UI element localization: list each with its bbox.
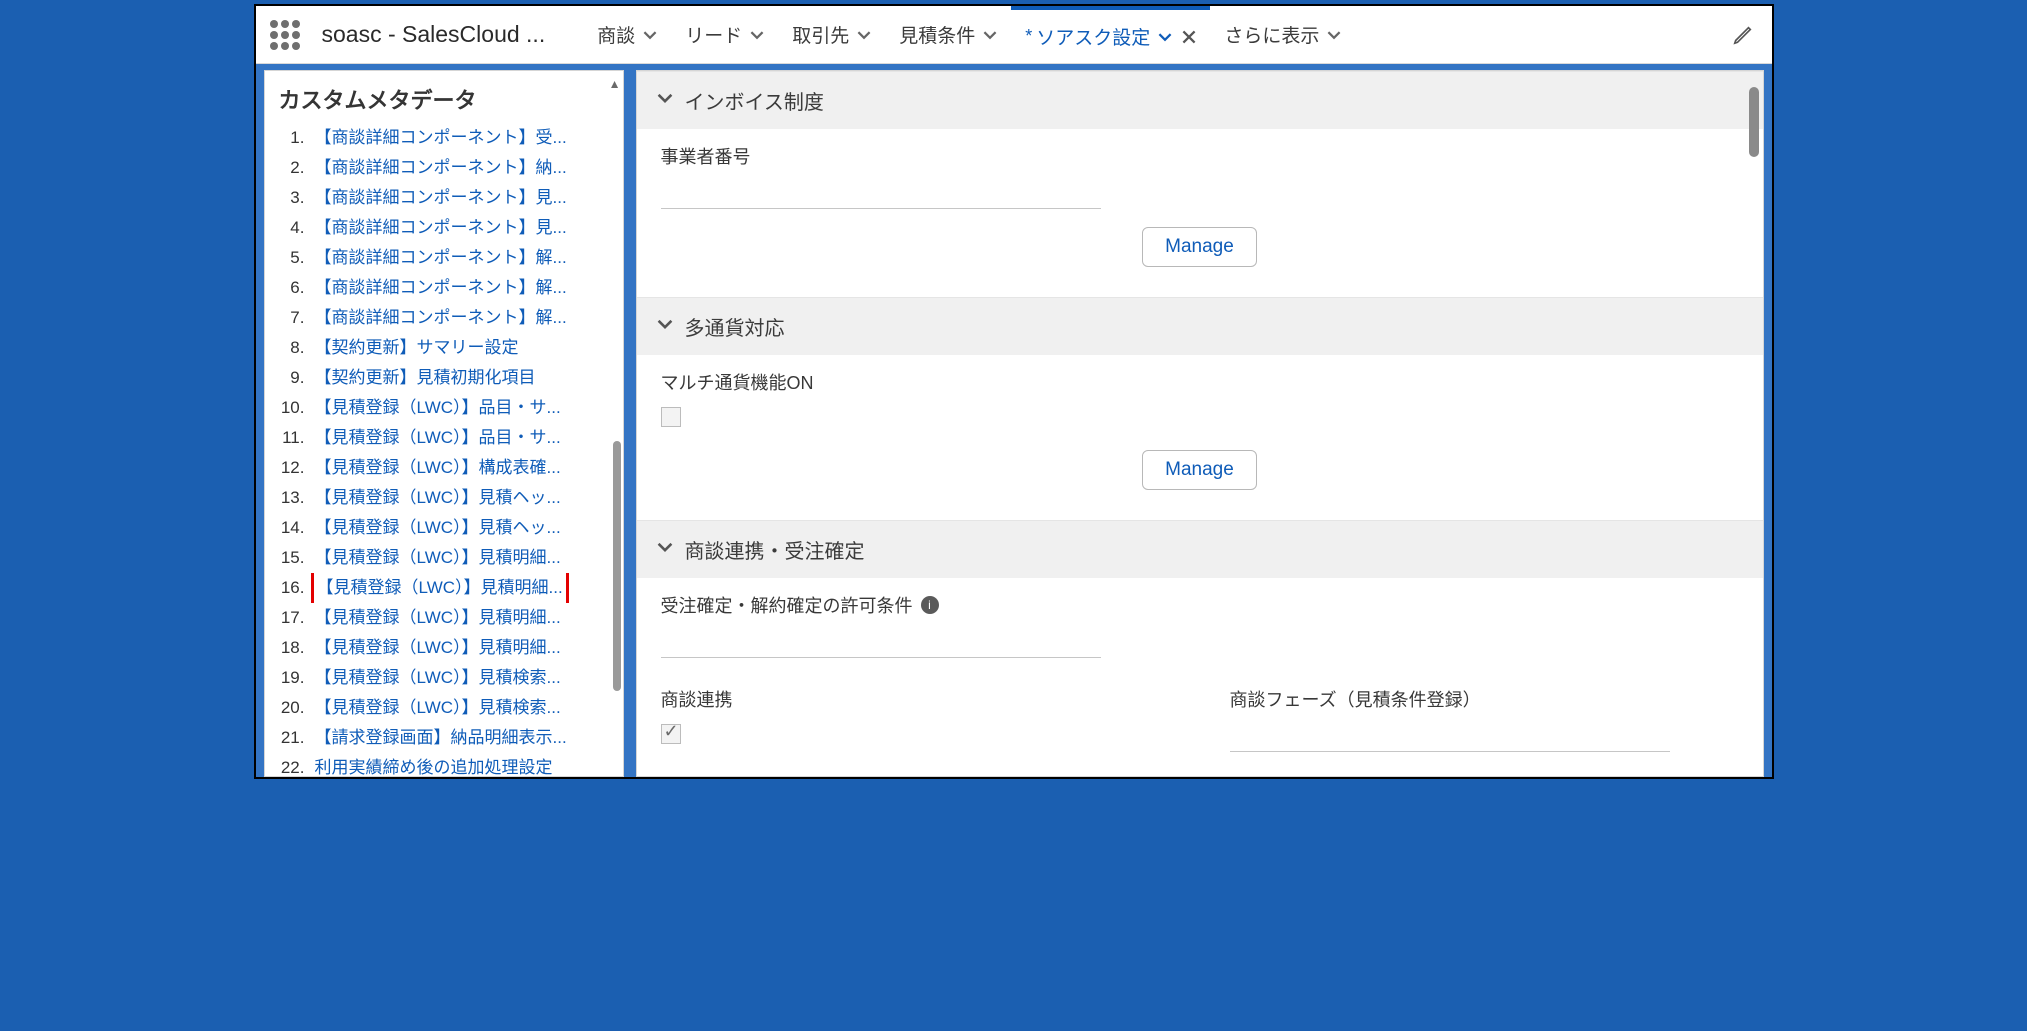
sidebar-item: 【見積登録（LWC）】構成表確... bbox=[275, 453, 617, 483]
manage-button[interactable]: Manage bbox=[1142, 227, 1257, 267]
tab-opportunity[interactable]: 商談 bbox=[583, 6, 671, 63]
multi-currency-label: マルチ通貨機能ON bbox=[661, 369, 1739, 395]
tab-show-more[interactable]: さらに表示 bbox=[1210, 6, 1355, 63]
sidebar-item: 【商談詳細コンポーネント】解... bbox=[275, 273, 617, 303]
sidebar-custom-metadata: ▲ カスタムメタデータ 【商談詳細コンポーネント】受...【商談詳細コンポーネン… bbox=[264, 70, 624, 777]
info-icon[interactable]: i bbox=[921, 596, 939, 614]
tab-quote-condition[interactable]: 見積条件 bbox=[885, 6, 1011, 63]
sidebar-item-link[interactable]: 【見積登録（LWC）】見積明細... bbox=[315, 573, 565, 603]
sidebar-item-link[interactable]: 【商談詳細コンポーネント】解... bbox=[315, 303, 567, 333]
chevron-down-icon[interactable] bbox=[1327, 28, 1341, 42]
sidebar-item-link[interactable]: 【見積登録（LWC）】見積ヘッ... bbox=[315, 513, 561, 543]
sidebar-item-link[interactable]: 【商談詳細コンポーネント】見... bbox=[315, 183, 567, 213]
sidebar-item: 【請求登録画面】納品明細表示... bbox=[275, 723, 617, 753]
sidebar-item-link[interactable]: 【見積登録（LWC）】見積検索... bbox=[315, 663, 561, 693]
sidebar-title: カスタムメタデータ bbox=[279, 83, 613, 115]
oppty-link-label: 商談連携 bbox=[661, 686, 1170, 712]
chevron-down-icon bbox=[657, 89, 673, 112]
section-header-invoice[interactable]: インボイス制度 bbox=[637, 71, 1763, 129]
sidebar-item: 【商談詳細コンポーネント】見... bbox=[275, 213, 617, 243]
sidebar-list: 【商談詳細コンポーネント】受...【商談詳細コンポーネント】納...【商談詳細コ… bbox=[275, 123, 617, 777]
sidebar-item: 【見積登録（LWC）】見積検索... bbox=[275, 693, 617, 723]
sidebar-item: 【見積登録（LWC）】見積ヘッ... bbox=[275, 513, 617, 543]
sidebar-item: 【見積登録（LWC）】品目・サ... bbox=[275, 393, 617, 423]
chevron-down-icon[interactable] bbox=[643, 28, 657, 42]
edit-pencil-icon[interactable] bbox=[1732, 24, 1754, 46]
sidebar-item-link[interactable]: 【見積登録（LWC）】見積明細... bbox=[315, 633, 561, 663]
close-icon[interactable] bbox=[1182, 30, 1196, 44]
sidebar-item-link[interactable]: 【見積登録（LWC）】構成表確... bbox=[315, 453, 561, 483]
sidebar-item-link[interactable]: 【見積登録（LWC）】見積ヘッ... bbox=[315, 483, 561, 513]
tab-soasc-settings[interactable]: * ソアスク設定 bbox=[1011, 6, 1210, 63]
sidebar-item-link[interactable]: 【見積登録（LWC）】見積検索... bbox=[315, 693, 561, 723]
app-title: soasc - SalesCloud ... bbox=[322, 21, 546, 48]
tab-label: リード bbox=[685, 21, 742, 48]
sidebar-item: 【商談詳細コンポーネント】解... bbox=[275, 303, 617, 333]
sidebar-item: 【見積登録（LWC）】見積明細... bbox=[275, 543, 617, 573]
sidebar-item: 【商談詳細コンポーネント】納... bbox=[275, 153, 617, 183]
sidebar-item-link[interactable]: 利用実績締め後の追加処理設定 bbox=[315, 753, 553, 777]
sidebar-item-link[interactable]: 【契約更新】サマリー設定 bbox=[315, 333, 519, 363]
sidebar-item: 【見積登録（LWC）】見積ヘッ... bbox=[275, 483, 617, 513]
section-header-oppty[interactable]: 商談連携・受注確定 bbox=[637, 520, 1763, 578]
business-number-input[interactable] bbox=[661, 175, 1101, 209]
sidebar-item: 【商談詳細コンポーネント】見... bbox=[275, 183, 617, 213]
tab-account[interactable]: 取引先 bbox=[778, 6, 885, 63]
sidebar-item-link[interactable]: 【商談詳細コンポーネント】受... bbox=[315, 123, 567, 153]
sidebar-item-link[interactable]: 【見積登録（LWC）】見積明細... bbox=[315, 603, 561, 633]
chevron-down-icon[interactable] bbox=[750, 28, 764, 42]
sidebar-item-link[interactable]: 【商談詳細コンポーネント】見... bbox=[315, 213, 567, 243]
scrollbar-thumb[interactable] bbox=[613, 441, 621, 691]
tab-label: さらに表示 bbox=[1224, 21, 1319, 48]
permission-condition-input[interactable] bbox=[661, 624, 1101, 658]
main-panel: インボイス制度 事業者番号 Manage 多通貨対応 マルチ通貨機能ON Man… bbox=[636, 70, 1764, 777]
tab-label: 見積条件 bbox=[899, 21, 975, 48]
manage-button[interactable]: Manage bbox=[1142, 450, 1257, 490]
sidebar-item: 【商談詳細コンポーネント】受... bbox=[275, 123, 617, 153]
sidebar-item-link[interactable]: 【見積登録（LWC）】品目・サ... bbox=[315, 423, 561, 453]
sidebar-item: 【見積登録（LWC）】見積明細... bbox=[275, 603, 617, 633]
nav-tabs: 商談 リード 取引先 見積条件 * ソアスク設定 さらに bbox=[583, 6, 1355, 63]
global-header: soasc - SalesCloud ... 商談 リード 取引先 見積条件 *… bbox=[256, 6, 1772, 64]
section-title: 商談連携・受注確定 bbox=[685, 535, 865, 564]
tab-label: ソアスク設定 bbox=[1036, 23, 1150, 50]
oppty-link-checkbox[interactable] bbox=[661, 724, 681, 744]
sidebar-item-link[interactable]: 【商談詳細コンポーネント】納... bbox=[315, 153, 567, 183]
section-title: 多通貨対応 bbox=[685, 312, 785, 341]
oppty-phase-label: 商談フェーズ（見積条件登録） bbox=[1230, 686, 1739, 712]
sidebar-item: 【契約更新】サマリー設定 bbox=[275, 333, 617, 363]
tab-lead[interactable]: リード bbox=[671, 6, 778, 63]
scroll-up-icon[interactable]: ▲ bbox=[609, 77, 621, 91]
section-header-currency[interactable]: 多通貨対応 bbox=[637, 297, 1763, 355]
tab-label: 取引先 bbox=[792, 21, 849, 48]
sidebar-item: 【契約更新】見積初期化項目 bbox=[275, 363, 617, 393]
chevron-down-icon[interactable] bbox=[857, 28, 871, 42]
sidebar-item-link[interactable]: 【見積登録（LWC）】品目・サ... bbox=[315, 393, 561, 423]
chevron-down-icon bbox=[657, 538, 673, 561]
sidebar-item: 【見積登録（LWC）】品目・サ... bbox=[275, 423, 617, 453]
chevron-down-icon[interactable] bbox=[983, 28, 997, 42]
sidebar-item-link[interactable]: 【契約更新】見積初期化項目 bbox=[315, 363, 536, 393]
label-text: 受注確定・解約確定の許可条件 bbox=[661, 592, 913, 618]
business-number-label: 事業者番号 bbox=[661, 143, 1739, 169]
multi-currency-checkbox[interactable] bbox=[661, 407, 681, 427]
sidebar-item: 【商談詳細コンポーネント】解... bbox=[275, 243, 617, 273]
tab-label: 商談 bbox=[597, 21, 635, 48]
section-title: インボイス制度 bbox=[685, 86, 824, 115]
permission-condition-label: 受注確定・解約確定の許可条件 i bbox=[661, 592, 1739, 618]
sidebar-item-link[interactable]: 【請求登録画面】納品明細表示... bbox=[315, 723, 567, 753]
sidebar-item-link[interactable]: 【商談詳細コンポーネント】解... bbox=[315, 273, 567, 303]
sidebar-item-link[interactable]: 【見積登録（LWC）】見積明細... bbox=[315, 543, 561, 573]
app-launcher-icon[interactable] bbox=[270, 20, 300, 50]
oppty-phase-input[interactable] bbox=[1230, 718, 1670, 752]
sidebar-item-link[interactable]: 【商談詳細コンポーネント】解... bbox=[315, 243, 567, 273]
sidebar-item: 【見積登録（LWC）】見積明細... bbox=[275, 573, 617, 603]
chevron-down-icon bbox=[657, 315, 673, 338]
sidebar-item: 利用実績締め後の追加処理設定 bbox=[275, 753, 617, 777]
sidebar-item: 【見積登録（LWC）】見積明細... bbox=[275, 633, 617, 663]
dirty-indicator-icon: * bbox=[1025, 26, 1032, 47]
scrollbar-thumb[interactable] bbox=[1749, 87, 1759, 157]
chevron-down-icon[interactable] bbox=[1158, 30, 1172, 44]
sidebar-item: 【見積登録（LWC）】見積検索... bbox=[275, 663, 617, 693]
